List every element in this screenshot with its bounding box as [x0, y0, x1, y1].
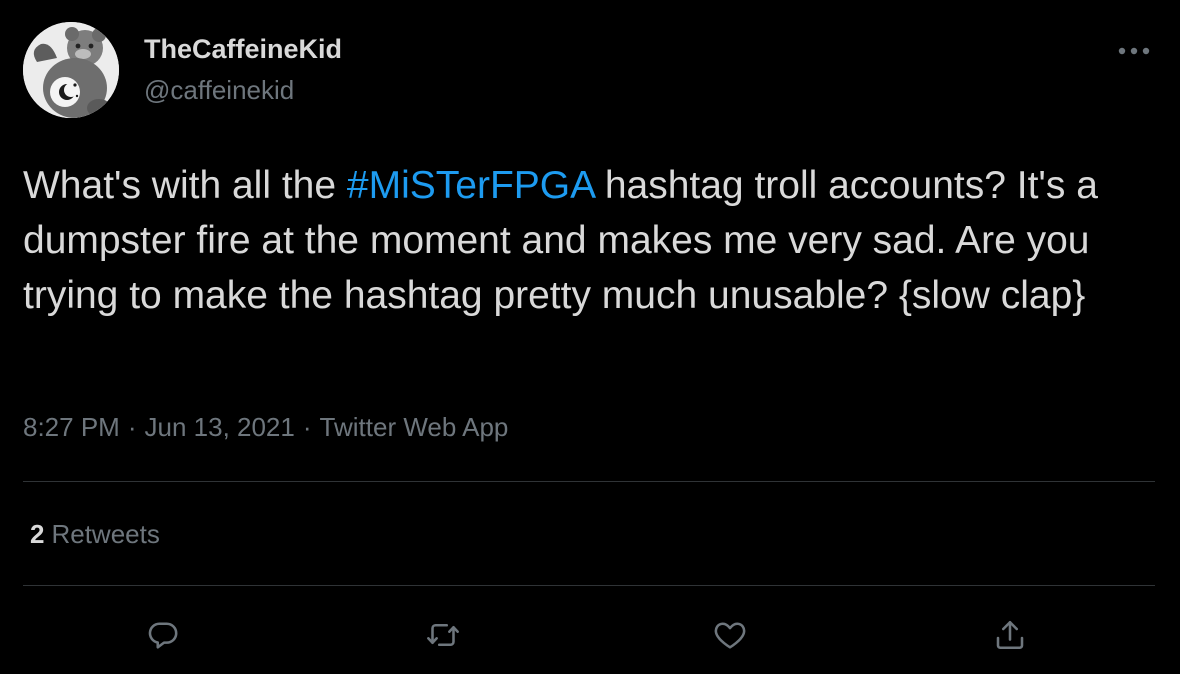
- tweet-time[interactable]: 8:27 PM: [23, 412, 120, 442]
- retweets-label: Retweets: [51, 519, 160, 549]
- care-bear-avatar-icon: [23, 22, 119, 118]
- meta-separator: ·: [302, 412, 312, 442]
- reply-icon: [148, 622, 178, 649]
- more-icon: [1118, 47, 1150, 55]
- tweet-text: What's with all the #MiSTerFPGA hashtag …: [23, 158, 1163, 323]
- tweet-meta: 8:27 PM · Jun 13, 2021 · Twitter Web App: [23, 412, 508, 443]
- retweet-button[interactable]: [418, 610, 468, 660]
- divider: [23, 585, 1155, 586]
- tweet-source[interactable]: Twitter Web App: [320, 412, 509, 442]
- like-button[interactable]: [705, 610, 755, 660]
- retweets-stat[interactable]: 2 Retweets: [30, 519, 160, 550]
- more-options-button[interactable]: [1112, 36, 1156, 66]
- reply-button[interactable]: [138, 610, 188, 660]
- share-icon: [996, 620, 1024, 650]
- author-display-name[interactable]: TheCaffeineKid: [144, 34, 342, 65]
- share-button[interactable]: [985, 610, 1035, 660]
- tweet-text-before: What's with all the: [23, 164, 347, 207]
- tweet-date[interactable]: Jun 13, 2021: [145, 412, 295, 442]
- divider: [23, 481, 1155, 482]
- author-handle[interactable]: @caffeinekid: [144, 75, 294, 106]
- retweet-icon: [427, 623, 459, 647]
- heart-icon: [714, 622, 746, 649]
- hashtag-link[interactable]: #MiSTerFPGA: [347, 164, 594, 207]
- meta-separator: ·: [127, 412, 137, 442]
- tweet-card: TheCaffeineKid @caffeinekid What's with …: [0, 0, 1180, 674]
- retweets-count: 2: [30, 519, 45, 549]
- avatar[interactable]: [23, 22, 119, 118]
